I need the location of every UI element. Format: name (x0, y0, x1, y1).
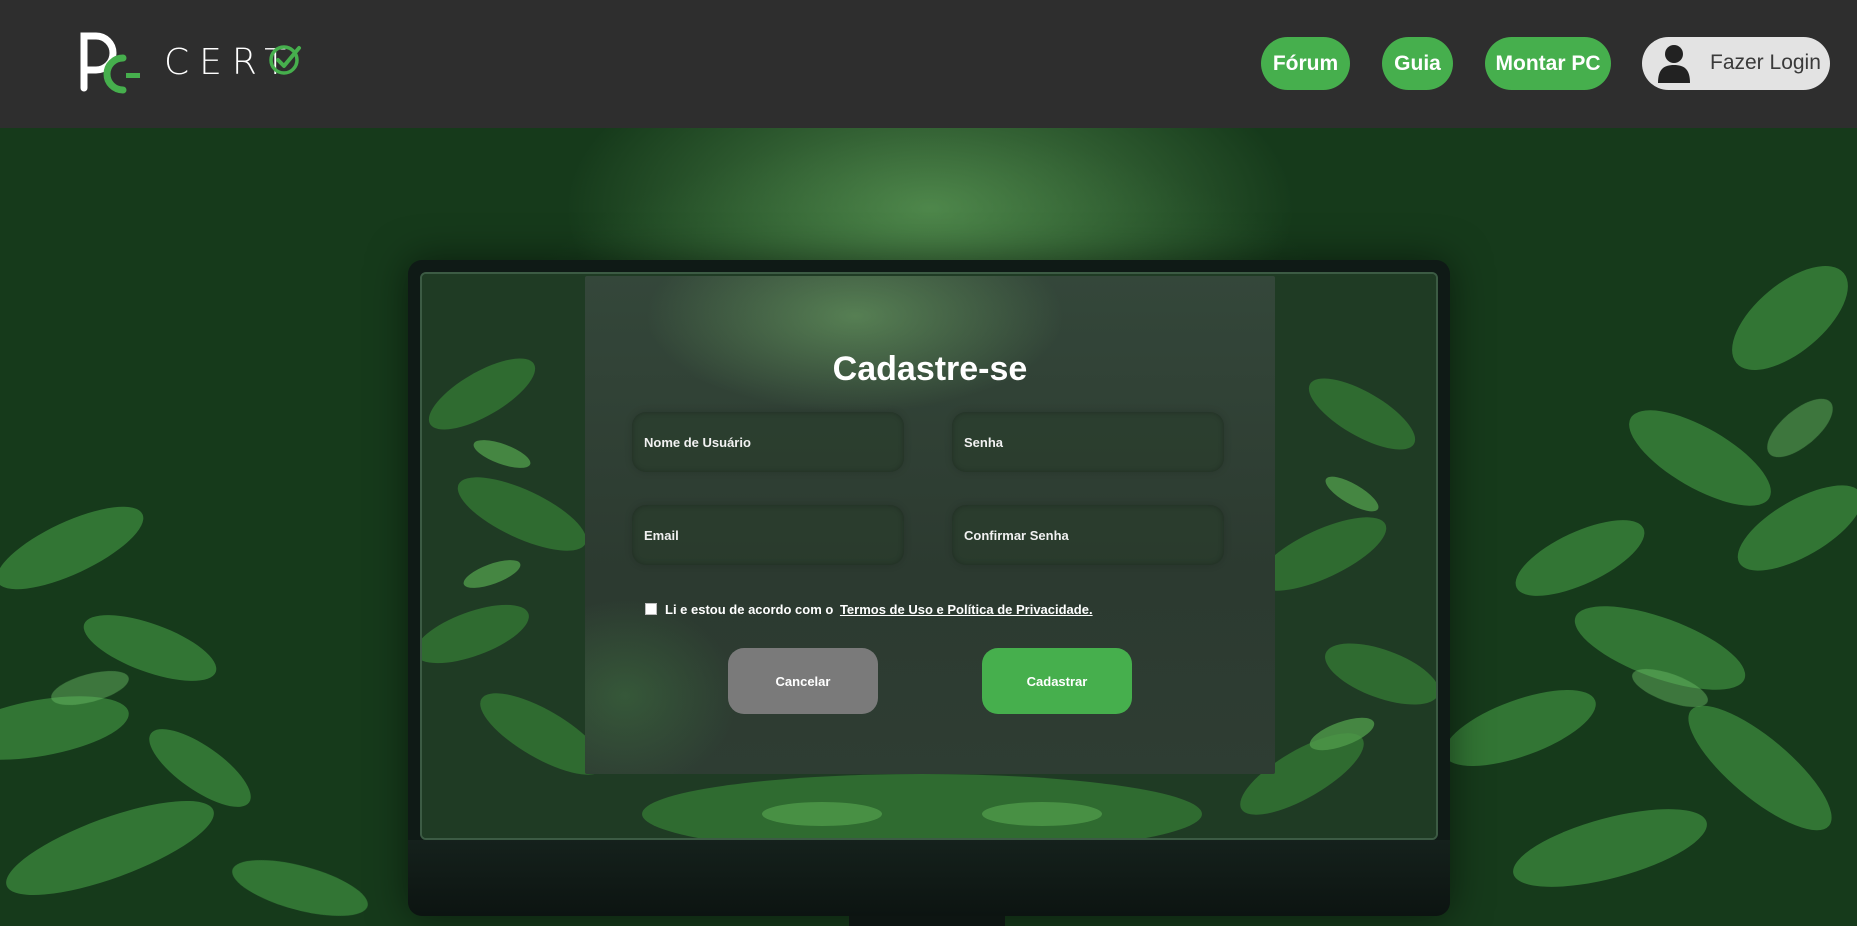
terms-row: Li e estou de acordo com o Termos de Uso… (645, 601, 1093, 617)
nav-forum-button[interactable]: Fórum (1261, 37, 1350, 90)
pc-logo-mark (80, 32, 140, 94)
check-icon (269, 45, 301, 75)
nav-montar-pc-button[interactable]: Montar PC (1485, 37, 1611, 90)
top-header: CERT Fórum Guia Montar PC Fazer Login (0, 0, 1857, 128)
email-input[interactable] (632, 505, 904, 565)
confirm-password-input[interactable] (952, 505, 1224, 565)
signup-form: Cadastre-se Li e estou de acordo com o T… (585, 276, 1275, 774)
terms-label: Li e estou de acordo com o (665, 601, 834, 617)
site-logo[interactable]: CERT (78, 28, 318, 104)
password-input[interactable] (952, 412, 1224, 472)
user-avatar-icon (1658, 45, 1690, 83)
terms-text: Li e estou de acordo com o Termos de Uso… (665, 602, 1093, 617)
monitor-bezel (408, 840, 1450, 916)
monitor-stand (849, 916, 1005, 926)
terms-link[interactable]: Termos de Uso e Política de Privacidade. (840, 602, 1093, 617)
cancel-button[interactable]: Cancelar (728, 648, 878, 714)
form-title: Cadastre-se (832, 350, 1028, 388)
submit-button[interactable]: Cadastrar (982, 648, 1132, 714)
terms-checkbox[interactable] (645, 603, 657, 615)
nav-guia-button[interactable]: Guia (1382, 37, 1453, 90)
login-button[interactable]: Fazer Login (1642, 37, 1830, 90)
login-label: Fazer Login (1710, 51, 1821, 74)
username-input[interactable] (632, 412, 904, 472)
